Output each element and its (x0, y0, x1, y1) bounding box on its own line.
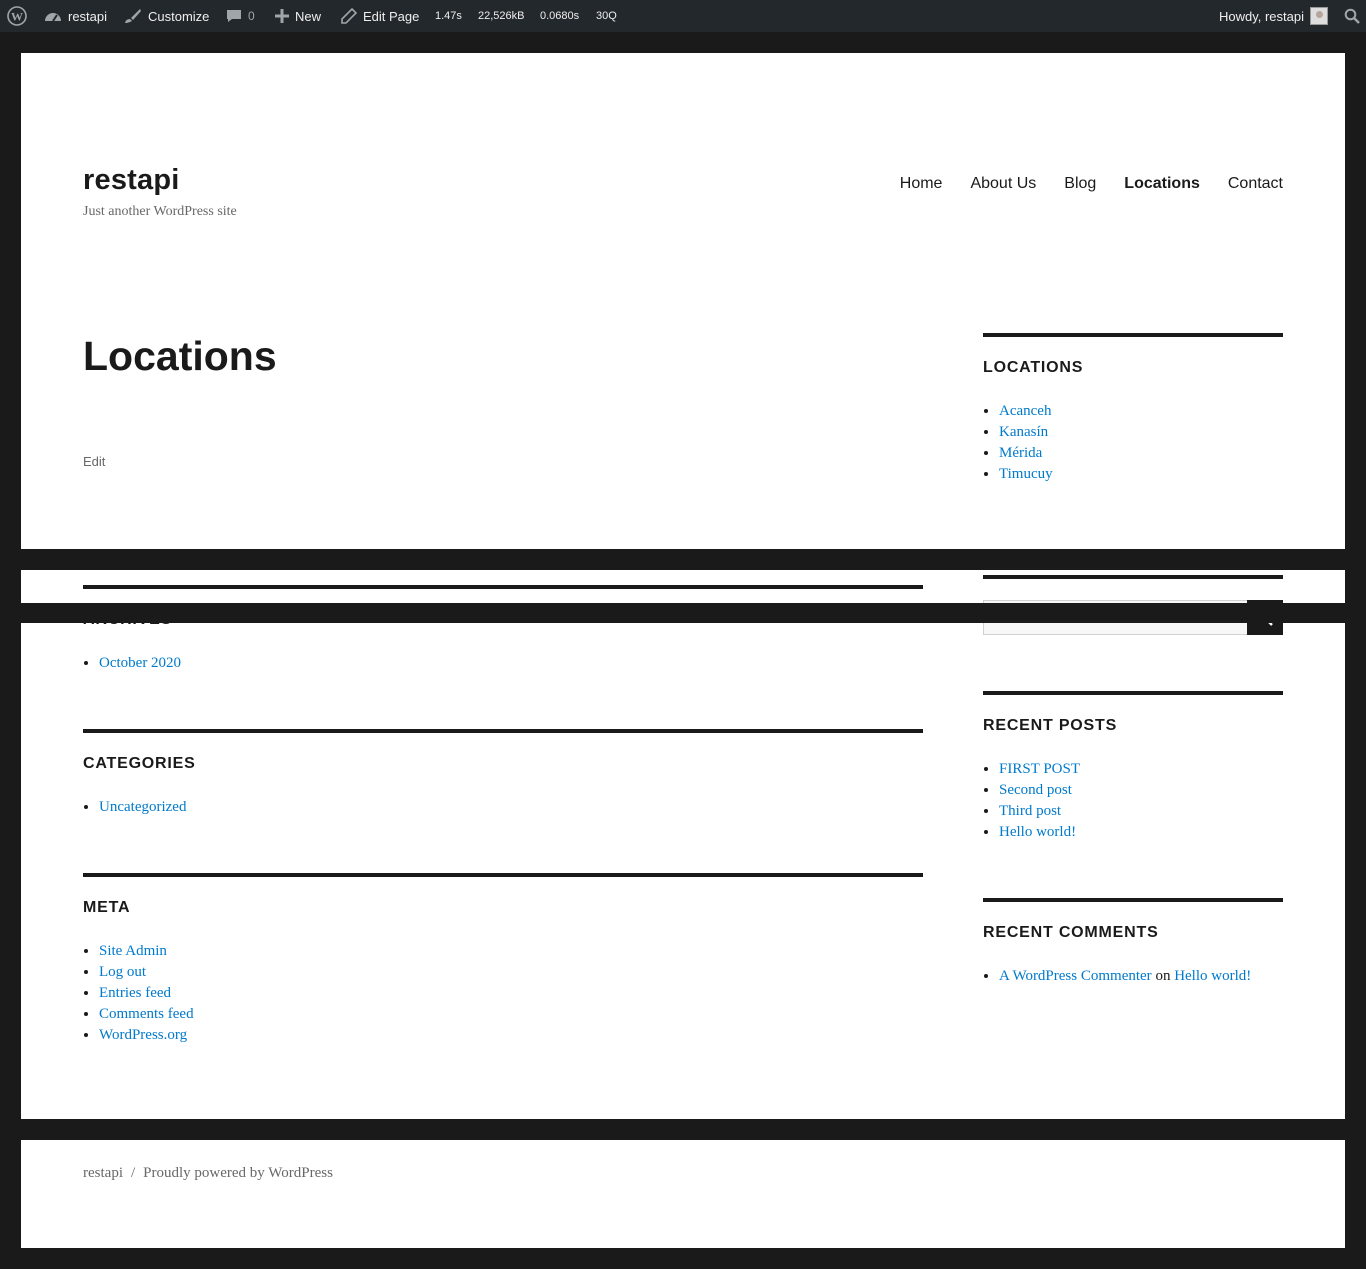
meta-link[interactable]: Entries feed (99, 985, 171, 1001)
list-item: Site Admin (99, 941, 923, 962)
list-item: Hello world! (999, 822, 1283, 843)
new-content-link[interactable]: New (275, 0, 321, 32)
list-item: Kanasín (999, 422, 1283, 443)
category-link[interactable]: Uncategorized (99, 799, 186, 815)
nav-about-us[interactable]: About Us (970, 175, 1036, 193)
list-item: Second post (999, 780, 1283, 801)
list-item: Third post (999, 801, 1283, 822)
edit-page-label: Edit Page (363, 8, 420, 24)
post-link[interactable]: Third post (999, 803, 1061, 819)
list-item: Entries feed (99, 983, 923, 1004)
meta-widget: META Site Admin Log out Entries feed Com… (83, 873, 923, 1046)
list-item: Timucuy (999, 464, 1283, 485)
stat-memory[interactable]: 22,526kB (478, 0, 524, 32)
location-link[interactable]: Acanceh (999, 403, 1051, 419)
svg-text:W: W (11, 10, 23, 24)
post-link[interactable]: FIRST POST (999, 761, 1080, 777)
recent-comments-widget: RECENT COMMENTS A WordPress Commenter on… (983, 898, 1283, 987)
meta-link[interactable]: Log out (99, 964, 146, 980)
admin-site-link[interactable]: restapi (44, 0, 107, 32)
locations-widget: LOCATIONS Acanceh Kanasín Mérida Timucuy (983, 333, 1283, 485)
my-account-link[interactable]: Howdy, restapi (1219, 0, 1328, 32)
site-description: Just another WordPress site (83, 204, 237, 219)
post-link[interactable]: Second post (999, 782, 1072, 798)
list-item: Comments feed (99, 1004, 923, 1025)
nav-locations[interactable]: Locations (1124, 175, 1200, 193)
comment-icon (226, 8, 242, 24)
pencil-icon (341, 8, 357, 24)
comments-link[interactable]: 0 (226, 0, 255, 32)
comment-author-link[interactable]: A WordPress Commenter (999, 968, 1152, 984)
nav-contact[interactable]: Contact (1228, 175, 1283, 193)
recent-comments-widget-title: RECENT COMMENTS (983, 924, 1159, 941)
list-item: October 2020 (99, 653, 923, 674)
dashboard-icon (44, 8, 62, 24)
comment-post-link[interactable]: Hello world! (1174, 968, 1251, 984)
recent-posts-widget-title: RECENT POSTS (983, 717, 1118, 734)
customize-label: Customize (148, 8, 210, 24)
recent-posts-widget: RECENT POSTS FIRST POST Second post Thir… (983, 691, 1283, 843)
meta-link[interactable]: Comments feed (99, 1006, 194, 1022)
plus-icon (275, 9, 289, 23)
primary-nav: Home About Us Blog Locations Contact (900, 175, 1283, 193)
overlap-bar (21, 603, 1345, 623)
footer-powered-link[interactable]: Proudly powered by WordPress (143, 1165, 333, 1182)
customize-link[interactable]: Customize (124, 0, 209, 32)
list-item: Mérida (999, 443, 1283, 464)
stat-time[interactable]: 1.47s (435, 0, 462, 32)
meta-link[interactable]: Site Admin (99, 943, 167, 959)
list-item: Acanceh (999, 401, 1283, 422)
nav-blog[interactable]: Blog (1064, 175, 1096, 193)
footer-site-link[interactable]: restapi (83, 1165, 123, 1182)
comment-on-text: on (1155, 968, 1171, 984)
list-item: A WordPress Commenter on Hello world! (999, 966, 1283, 987)
site-title[interactable]: restapi (83, 164, 180, 197)
brush-icon (124, 8, 142, 24)
archive-link[interactable]: October 2020 (99, 655, 181, 671)
admin-bar: W restapi Customize 0 New Edit Page 1.47… (0, 0, 1366, 32)
comments-count: 0 (248, 9, 255, 23)
list-item: Uncategorized (99, 797, 923, 818)
admin-search-icon[interactable] (1344, 0, 1360, 32)
archives-widget: ARCHIVES October 2020 (83, 585, 923, 674)
page-top-panel: restapi Just another WordPress site Home… (21, 53, 1345, 549)
new-label: New (295, 8, 322, 24)
nav-home[interactable]: Home (900, 175, 943, 193)
location-link[interactable]: Mérida (999, 445, 1042, 461)
meta-link[interactable]: WordPress.org (99, 1027, 187, 1043)
avatar (1310, 7, 1328, 25)
howdy-text: Howdy, restapi (1218, 8, 1304, 24)
stat-queries[interactable]: 30Q (596, 0, 617, 32)
search-widget-rule (983, 575, 1283, 579)
post-link[interactable]: Hello world! (999, 824, 1076, 840)
footer-separator: / (130, 1165, 136, 1181)
meta-widget-title: META (83, 899, 131, 916)
wordpress-logo-icon[interactable]: W (7, 0, 27, 32)
edit-link[interactable]: Edit (83, 454, 105, 469)
page-title: Locations (83, 333, 277, 379)
categories-widget-title: CATEGORIES (83, 755, 196, 772)
locations-widget-title: LOCATIONS (983, 359, 1084, 376)
admin-site-name: restapi (68, 8, 108, 24)
location-link[interactable]: Kanasín (999, 424, 1048, 440)
categories-widget: CATEGORIES Uncategorized (83, 729, 923, 818)
site-footer: restapi / Proudly powered by WordPress (21, 1140, 1345, 1248)
edit-page-link[interactable]: Edit Page (341, 0, 419, 32)
list-item: Log out (99, 962, 923, 983)
location-link[interactable]: Timucuy (999, 466, 1053, 482)
list-item: WordPress.org (99, 1025, 923, 1046)
stat-query-time[interactable]: 0.0680s (540, 0, 579, 32)
widgets-panel: ARCHIVES October 2020 CATEGORIES Uncateg… (21, 570, 1345, 1119)
list-item: FIRST POST (999, 759, 1283, 780)
